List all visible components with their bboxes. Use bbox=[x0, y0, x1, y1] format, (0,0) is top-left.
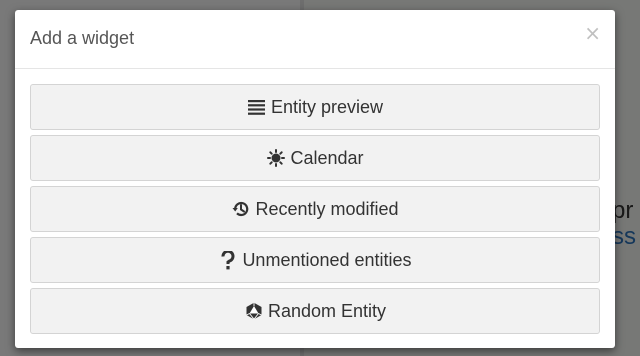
random-entity-button[interactable]: Random Entity bbox=[30, 288, 600, 334]
d20-dice-icon bbox=[244, 301, 264, 321]
calendar-button[interactable]: Calendar bbox=[30, 135, 600, 181]
dialog-header: Add a widget × bbox=[15, 10, 615, 69]
recently-modified-label: Recently modified bbox=[255, 198, 399, 219]
recently-modified-button[interactable]: Recently modified bbox=[30, 186, 600, 232]
history-icon bbox=[231, 199, 251, 219]
unmentioned-entities-label: Unmentioned entities bbox=[242, 249, 412, 270]
question-icon bbox=[218, 250, 238, 270]
random-entity-label: Random Entity bbox=[267, 300, 387, 321]
dialog-title: Add a widget bbox=[30, 28, 135, 48]
entity-preview-label: Entity preview bbox=[270, 96, 384, 117]
add-widget-dialog: Add a widget × Entity preview Calendar R… bbox=[15, 10, 615, 348]
sun-icon bbox=[266, 148, 286, 168]
dialog-body: Entity preview Calendar Recently modifie… bbox=[15, 69, 615, 334]
unmentioned-entities-button[interactable]: Unmentioned entities bbox=[30, 237, 600, 283]
calendar-label: Calendar bbox=[290, 147, 364, 168]
entity-preview-button[interactable]: Entity preview bbox=[30, 84, 600, 130]
close-button[interactable]: × bbox=[584, 22, 601, 44]
list-icon bbox=[247, 97, 267, 117]
